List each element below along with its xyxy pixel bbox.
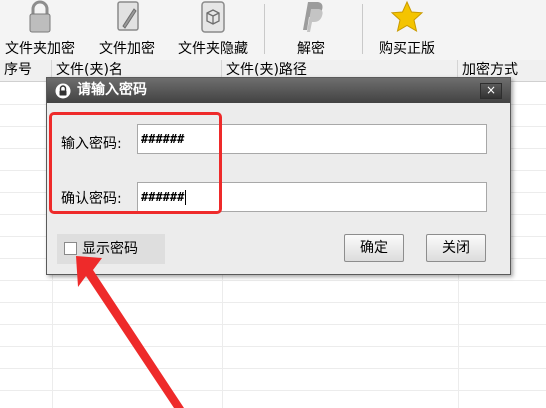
toolbar: 文件夹加密 文件加密 文件夹隐藏 解密 购买正版: [0, 0, 546, 60]
dialog-titlebar[interactable]: 请输入密码 ×: [47, 78, 510, 103]
close-button[interactable]: 关闭: [426, 234, 486, 262]
row-divider: [0, 368, 546, 369]
toolbar-separator: [362, 4, 363, 54]
toolbar-buy-button[interactable]: 购买正版: [372, 0, 442, 60]
document-pen-icon: [117, 1, 139, 31]
show-password-checkbox[interactable]: [64, 242, 77, 255]
toolbar-label: 文件夹加密: [5, 41, 75, 57]
toolbar-file-encrypt-button[interactable]: 文件加密: [90, 0, 164, 60]
toolbar-label: 解密: [297, 41, 325, 57]
row-divider: [0, 324, 546, 325]
toolbar-label: 文件夹隐藏: [178, 41, 248, 57]
star-icon: [390, 0, 424, 33]
row-divider: [0, 302, 546, 303]
toolbar-folder-hide-button[interactable]: 文件夹隐藏: [170, 0, 256, 60]
show-password-option[interactable]: 显示密码: [57, 234, 165, 264]
password-dialog: 请输入密码 × 输入密码: ###### 确认密码: ###### 显示密码 确…: [46, 77, 511, 275]
padlock-icon: [29, 0, 51, 33]
row-divider: [0, 390, 546, 391]
dialog-close-icon[interactable]: ×: [480, 83, 502, 99]
toolbar-separator: [264, 4, 265, 54]
toolbar-folder-encrypt-button[interactable]: 文件夹加密: [0, 0, 80, 60]
row-divider: [0, 346, 546, 347]
column-header-index[interactable]: 序号: [0, 60, 52, 82]
cube-icon: [201, 1, 225, 33]
annotation-highlight-box: [49, 112, 222, 214]
paypal-icon: [303, 2, 323, 32]
toolbar-label: 购买正版: [379, 41, 435, 57]
toolbar-decrypt-button[interactable]: 解密: [280, 0, 342, 60]
dialog-title: 请输入密码: [77, 82, 147, 98]
row-divider: [0, 280, 546, 281]
toolbar-label: 文件加密: [99, 41, 155, 57]
ok-button[interactable]: 确定: [344, 234, 404, 262]
show-password-label: 显示密码: [82, 241, 138, 257]
lock-icon: [55, 83, 71, 99]
